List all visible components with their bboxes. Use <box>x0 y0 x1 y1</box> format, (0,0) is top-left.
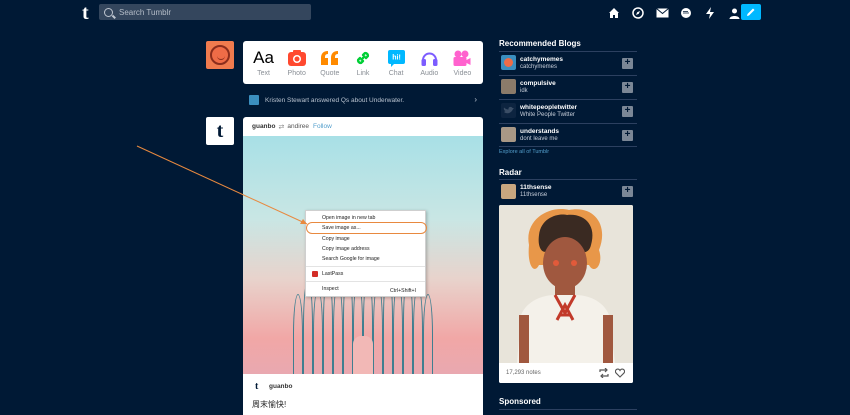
post-author[interactable]: guanbo <box>252 123 275 130</box>
follow-plus-button[interactable]: + <box>622 130 633 141</box>
explore-icon[interactable] <box>626 5 650 21</box>
radar-image[interactable] <box>499 205 633 363</box>
footer-author[interactable]: guanbo <box>269 383 292 390</box>
blog-name[interactable]: catchymemes <box>520 56 563 63</box>
blog-subtitle: White People Twitter <box>520 112 575 118</box>
reblog-source[interactable]: andiree <box>287 123 309 130</box>
follow-plus-button[interactable]: + <box>622 58 633 69</box>
author-tumblr-icon: t <box>255 381 259 392</box>
follow-plus-button[interactable]: + <box>622 186 633 197</box>
compose-button[interactable] <box>741 4 761 20</box>
ctx-copy-address[interactable]: Copy image address <box>322 245 370 253</box>
follow-plus-button[interactable]: + <box>622 106 633 117</box>
ctx-lastpass[interactable]: LastPass <box>322 270 343 278</box>
recommended-blog[interactable]: whitepeopletwitter White People Twitter … <box>499 99 637 123</box>
headphones-icon <box>421 48 438 68</box>
search-icon <box>104 7 113 17</box>
divider <box>499 409 637 410</box>
lastpass-icon <box>312 271 318 277</box>
blog-subtitle: catchymemes <box>520 64 558 70</box>
ctx-search-google[interactable]: Search Google for image <box>322 255 380 263</box>
tumblr-logo[interactable]: t <box>82 3 96 23</box>
chevron-right-icon[interactable]: › <box>474 95 477 104</box>
trending-notice[interactable]: Kristen Stewart answered Qs about Underw… <box>243 93 483 107</box>
blog-subtitle: idk <box>520 88 528 94</box>
follow-plus-button[interactable]: + <box>622 82 633 93</box>
notes-count[interactable]: 17,293 notes <box>506 370 541 376</box>
blog-name[interactable]: whitepeopletwitter <box>520 104 577 111</box>
post-type-quote[interactable]: Quote <box>315 48 345 77</box>
activity-icon[interactable] <box>698 5 722 21</box>
search-bar[interactable] <box>99 4 311 20</box>
ctx-open-image[interactable]: Open image in new tab <box>322 214 375 222</box>
post-type-audio[interactable]: Audio <box>414 48 444 77</box>
post-footer: t guanbo 周末愉快! <box>243 374 483 415</box>
chat-icon: hi! <box>387 48 405 68</box>
blog-avatar[interactable] <box>501 55 516 70</box>
ctx-inspect-label: Inspect <box>322 286 339 292</box>
illustration <box>499 205 633 363</box>
inbox-icon[interactable] <box>650 5 674 21</box>
post-header: guanbo ⇄ andiree Follow <box>243 117 483 136</box>
recommended-list: catchymemes catchymemes + compulsive idk… <box>499 51 637 147</box>
post-type-bar: Aa Text Photo Quote Link hi! Chat Audio <box>243 41 483 84</box>
notice-text: Kristen Stewart answered Qs about Underw… <box>265 96 405 104</box>
post-type-chat[interactable]: hi! Chat <box>381 48 411 77</box>
recommended-blog[interactable]: understands dont leave me + <box>499 123 637 147</box>
blog-name[interactable]: understands <box>520 128 559 135</box>
radar-footer: 17,293 notes <box>499 363 633 383</box>
ctx-copy-image[interactable]: Copy image <box>322 235 350 243</box>
post-type-video[interactable]: Video <box>447 48 477 77</box>
top-navbar: t <box>0 0 850 26</box>
blog-subtitle: 11thsense <box>520 192 548 198</box>
ctx-inspect-shortcut: Ctrl+Shift+I <box>390 288 416 294</box>
text-icon: Aa <box>253 48 274 67</box>
figure-shape <box>353 336 373 374</box>
messages-icon[interactable] <box>674 5 698 21</box>
camera-icon <box>287 48 306 68</box>
blog-name[interactable]: compulsive <box>520 80 556 87</box>
home-icon[interactable] <box>602 5 626 21</box>
post-type-photo[interactable]: Photo <box>282 48 312 77</box>
save-image-highlight <box>306 222 427 234</box>
quote-icon <box>320 48 339 68</box>
blog-avatar[interactable] <box>501 79 516 94</box>
radar-title: Radar <box>499 168 522 177</box>
pencil-icon <box>747 8 755 16</box>
video-icon <box>453 48 471 68</box>
post-author-avatar[interactable]: t <box>206 117 234 145</box>
explore-link[interactable]: Explore all of Tumblr <box>499 149 549 155</box>
divider <box>499 179 637 180</box>
recommended-blog[interactable]: compulsive idk + <box>499 75 637 99</box>
blog-avatar[interactable] <box>501 127 516 142</box>
blog-name[interactable]: 11thsense <box>520 184 551 191</box>
ctx-separator <box>306 266 425 267</box>
reblog-icon[interactable] <box>599 368 609 378</box>
reblog-icon: ⇄ <box>278 123 285 131</box>
bird-icon <box>503 106 514 114</box>
heart-icon[interactable] <box>615 368 625 378</box>
nav-icons <box>602 5 746 21</box>
search-input[interactable] <box>119 7 299 17</box>
post-type-text[interactable]: Aa Text <box>249 48 279 77</box>
radar-post: 17,293 notes <box>499 205 633 383</box>
blog-avatar[interactable] <box>501 184 516 199</box>
blog-avatar[interactable] <box>501 103 516 118</box>
user-avatar[interactable] <box>206 41 234 69</box>
recommended-title: Recommended Blogs <box>499 39 581 48</box>
link-icon <box>355 48 371 68</box>
recommended-blog[interactable]: catchymemes catchymemes + <box>499 51 637 75</box>
follow-button[interactable]: Follow <box>313 123 332 130</box>
svg-text:hi!: hi! <box>392 54 401 61</box>
ctx-separator <box>306 281 425 282</box>
blog-subtitle: dont leave me <box>520 136 558 142</box>
notice-icon <box>249 95 259 105</box>
post-type-link[interactable]: Link <box>348 48 378 77</box>
face-icon <box>210 45 230 65</box>
post-caption: 周末愉快! <box>252 400 287 409</box>
sponsored-title: Sponsored <box>499 397 541 406</box>
radar-blog: 11thsense 11thsense + <box>499 182 637 202</box>
